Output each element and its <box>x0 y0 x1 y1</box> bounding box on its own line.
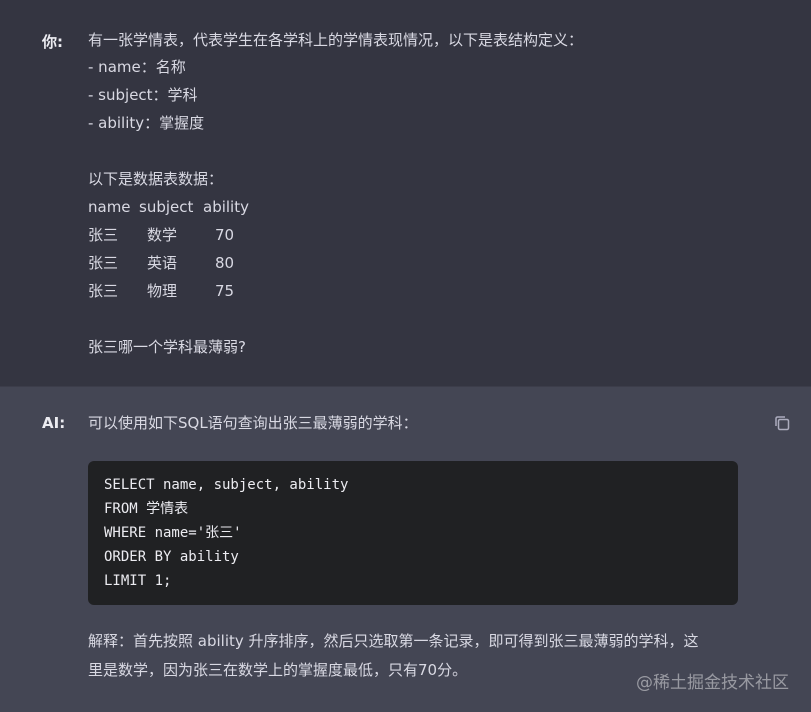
explanation-text: 里是数学，因为张三在数学上的掌握度最低，只有70分。 <box>88 661 468 679</box>
ai-intro-text: 可以使用如下SQL语句查询出张三最薄弱的学科： <box>88 414 418 432</box>
table-cell: 英语 <box>147 254 178 272</box>
table-cell: 张三 <box>88 282 119 300</box>
ai-speaker-label: AI: <box>42 414 66 432</box>
code-line: SELECT name, subject, ability <box>104 477 349 493</box>
table-cell: 张三 <box>88 254 119 272</box>
table-cell: 物理 <box>147 282 178 300</box>
code-line: ORDER BY ability <box>104 549 239 565</box>
watermark: @稀土掘金技术社区 <box>636 673 789 693</box>
user-intro-text: 有一张学情表，代表学生在各学科上的学情表现情况，以下是表结构定义： <box>88 31 584 49</box>
code-line: LIMIT 1; <box>104 573 172 589</box>
user-question-text: 张三哪一个学科最薄弱? <box>88 338 246 356</box>
table-cell: 70 <box>215 226 235 244</box>
user-message: 你: 有一张学情表，代表学生在各学科上的学情表现情况，以下是表结构定义： - n… <box>0 0 811 386</box>
ai-message: AI: 可以使用如下SQL语句查询出张三最薄弱的学科： SELECT name,… <box>0 386 811 712</box>
table-cell: 80 <box>215 254 235 272</box>
table-cell: 75 <box>215 282 235 300</box>
table-header-cell: ability <box>203 198 249 216</box>
field-definition: - name：名称 <box>88 58 186 76</box>
table-cell: 张三 <box>88 226 119 244</box>
explanation-text: 解释：首先按照 ability 升序排序，然后只选取第一条记录，即可得到张三最薄… <box>88 632 699 650</box>
sql-code-block[interactable]: SELECT name, subject, ability FROM 学情表 W… <box>88 461 738 605</box>
code-line: WHERE name='张三' <box>104 525 242 541</box>
field-definition: - ability：掌握度 <box>88 114 205 132</box>
table-header-cell: subject <box>139 198 194 216</box>
data-intro-text: 以下是数据表数据： <box>88 170 224 188</box>
field-definition: - subject：学科 <box>88 86 198 104</box>
copy-icon[interactable] <box>772 413 792 433</box>
table-header-cell: name <box>88 198 131 216</box>
user-speaker-label: 你: <box>42 33 63 51</box>
code-line: FROM 学情表 <box>104 501 189 517</box>
table-cell: 数学 <box>147 226 178 244</box>
